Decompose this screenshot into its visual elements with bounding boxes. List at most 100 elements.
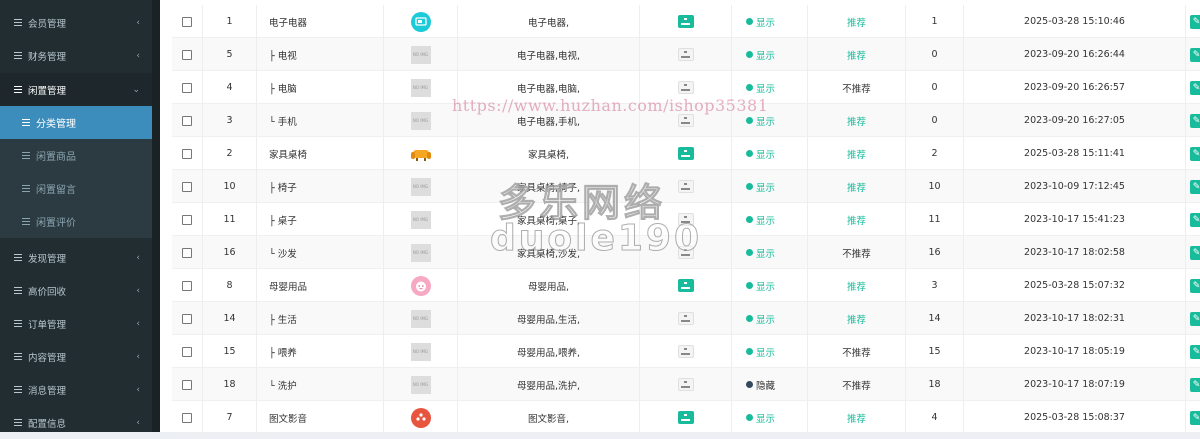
row-checkbox[interactable] [182,148,192,159]
recommend-toggle[interactable]: 推荐 [847,411,866,425]
recommend-toggle[interactable]: 不推荐 [842,81,871,95]
edit-button[interactable]: ✎ [1190,179,1200,194]
edit-button[interactable]: ✎ [1190,113,1200,128]
tree-button[interactable] [677,180,694,193]
sidebar-item-orders[interactable]: 订单管理 ‹ [0,307,152,340]
tree-button[interactable] [677,114,694,127]
sidebar-subitem-reviews[interactable]: 闲置评价 [0,205,152,238]
order-cell: 16 [905,236,963,269]
edit-button[interactable]: ✎ [1190,377,1200,392]
sidebar-subitem-messages[interactable]: 闲置留言 [0,172,152,205]
sitemap-icon [681,315,690,322]
id-cell: 1 [202,5,256,38]
recommend-toggle[interactable]: 推荐 [847,312,866,326]
order-cell: 4 [905,401,963,434]
date-cell: 2023-10-17 18:07:19 [963,368,1185,401]
status-dot-icon [746,18,753,25]
edit-button[interactable]: ✎ [1190,47,1200,62]
sidebar-item-notifications[interactable]: 消息管理 ‹ [0,373,152,406]
tree-button[interactable] [677,15,694,28]
tree-button[interactable] [677,48,694,61]
row-checkbox[interactable] [182,16,192,27]
sidebar-subitem-category[interactable]: 分类管理 [0,106,152,139]
sidebar-item-members[interactable]: 会员管理 ‹ [0,6,152,39]
recommend-toggle[interactable]: 推荐 [847,114,866,128]
name-cell: 图文影音 [256,401,383,434]
edit-button[interactable]: ✎ [1190,278,1200,293]
pencil-icon: ✎ [1192,181,1200,192]
row-checkbox[interactable] [182,214,192,225]
sidebar-item-content[interactable]: 内容管理 ‹ [0,340,152,373]
recommend-toggle[interactable]: 推荐 [847,48,866,62]
sidebar-item-discover[interactable]: 发现管理 ‹ [0,241,152,274]
edit-button[interactable]: ✎ [1190,410,1200,425]
edit-button[interactable]: ✎ [1190,80,1200,95]
tree-button[interactable] [677,345,694,358]
row-checkbox[interactable] [182,313,192,324]
sitemap-icon [681,51,690,58]
recommend-toggle[interactable]: 推荐 [847,15,866,29]
row-checkbox[interactable] [182,181,192,192]
table-row: 10 ├ 椅子 NO IMG 家具桌椅,椅子, 显示 推荐 10 2023-10-09 17:… [172,170,1200,203]
checkbox-cell [172,269,202,302]
sidebar-subitem-goods[interactable]: 闲置商品 [0,139,152,172]
sitemap-icon [681,117,690,124]
edit-button[interactable]: ✎ [1190,14,1200,29]
edit-button[interactable]: ✎ [1190,311,1200,326]
row-checkbox[interactable] [182,346,192,357]
sidebar-item-finance[interactable]: 财务管理 ‹ [0,39,152,72]
row-checkbox[interactable] [182,115,192,126]
row-checkbox[interactable] [182,247,192,258]
id-cell: 15 [202,335,256,368]
tree-button[interactable] [677,378,694,391]
recommend-toggle[interactable]: 推荐 [847,279,866,293]
tree-cell [639,137,731,170]
recommend-toggle[interactable]: 推荐 [847,180,866,194]
sidebar-item-idle[interactable]: 闲置管理 ⌄ [0,73,152,106]
row-checkbox[interactable] [182,82,192,93]
film-icon [410,407,431,428]
sidebar-item-config[interactable]: 配置信息 ‹ [0,406,152,439]
row-checkbox[interactable] [182,379,192,390]
tree-button[interactable] [677,411,694,424]
image-cell: NO IMG [383,302,457,335]
edit-button[interactable]: ✎ [1190,344,1200,359]
tree-button[interactable] [677,312,694,325]
tree-button[interactable] [677,81,694,94]
recommend-toggle[interactable]: 不推荐 [842,378,871,392]
tree-button[interactable] [677,279,694,292]
image-cell: NO IMG [383,71,457,104]
sidebar: 会员管理 ‹ 财务管理 ‹ 闲置管理 ⌄ 分类管理 闲置商品 闲置留言 闲置评价… [0,0,152,432]
recommend-toggle[interactable]: 不推荐 [842,345,871,359]
path-cell: 母婴用品,洗护, [457,368,639,401]
status-cell: 隐藏 [731,368,807,401]
id-cell: 2 [202,137,256,170]
row-checkbox[interactable] [182,49,192,60]
id-cell: 5 [202,38,256,71]
date-cell: 2025-03-28 15:08:37 [963,401,1185,434]
date-cell: 2025-03-28 15:11:41 [963,137,1185,170]
sidebar-item-recycle[interactable]: 高价回收 ‹ [0,274,152,307]
edit-button[interactable]: ✎ [1190,146,1200,161]
sidebar-scrollbar[interactable] [152,0,160,432]
table-row: 2 家具桌椅 家具桌椅, 显示 推荐 2 2025-03-28 15:11:41 ✎ [172,137,1200,170]
status-dot-icon [746,381,753,388]
recommend-cell: 推荐 [807,104,905,137]
id-cell: 3 [202,104,256,137]
sitemap-icon [681,381,690,388]
row-checkbox[interactable] [182,412,192,423]
chevron-left-icon: ‹ [136,352,140,362]
row-checkbox[interactable] [182,280,192,291]
edit-button[interactable]: ✎ [1190,245,1200,260]
recommend-toggle[interactable]: 推荐 [847,147,866,161]
status-text: 隐藏 [756,380,776,392]
status-cell: 显示 [731,236,807,269]
tree-button[interactable] [677,147,694,160]
status-text: 显示 [756,50,776,62]
recommend-toggle[interactable]: 不推荐 [842,246,871,260]
edit-button[interactable]: ✎ [1190,212,1200,227]
recommend-toggle[interactable]: 推荐 [847,213,866,227]
pencil-icon: ✎ [1192,16,1200,27]
sidebar-subitem-label: 闲置商品 [36,152,76,163]
checkbox-cell [172,368,202,401]
